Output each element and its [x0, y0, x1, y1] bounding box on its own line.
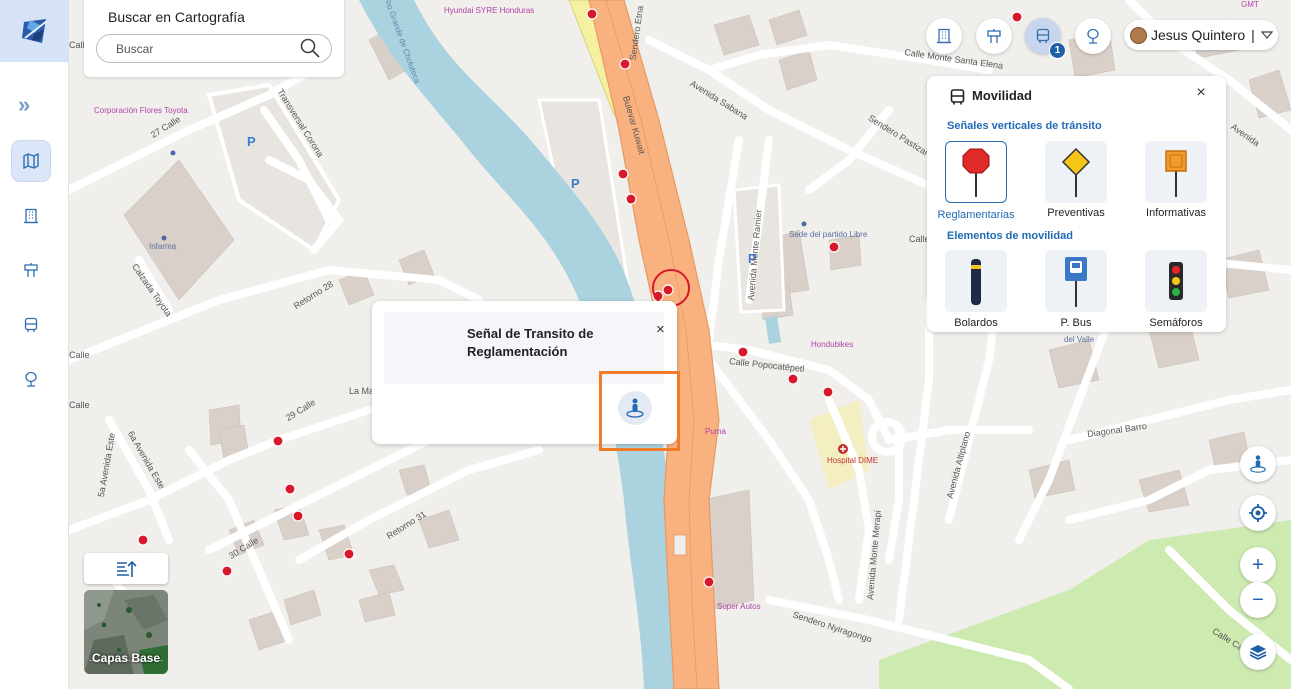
poi-label: Hyundai SYRE Honduras	[444, 6, 535, 15]
poi-label: Corporación Flores Toyota	[94, 106, 188, 115]
signpost-icon	[24, 263, 38, 277]
locate-button[interactable]	[1240, 495, 1276, 531]
search-input[interactable]	[96, 34, 332, 63]
panel-title: Movilidad	[972, 88, 1032, 103]
base-layers-button[interactable]: Capas Base	[84, 590, 168, 674]
tile-informativas[interactable]	[1145, 141, 1207, 203]
tree-icon	[25, 371, 37, 387]
tile-reglamentarias[interactable]	[945, 141, 1007, 203]
green-areas-layer-button[interactable]	[1075, 18, 1111, 54]
tile-bolardos[interactable]	[945, 250, 1007, 312]
close-icon[interactable]: ×	[1193, 84, 1209, 102]
poi-label: Infarma	[149, 242, 177, 251]
popup-title: Señal de Transito de Reglamentación	[467, 326, 594, 359]
poi-label: GMT	[1241, 0, 1259, 9]
pegman-icon	[1250, 455, 1266, 473]
sidebar-item-mobility[interactable]	[12, 305, 50, 345]
bus-icon	[950, 89, 965, 105]
map-icon	[23, 153, 39, 169]
tile-label: P. Bus	[1060, 317, 1092, 329]
poi-label: del Valle	[1064, 335, 1095, 344]
svg-text:P: P	[571, 176, 580, 191]
expand-chevrons-icon[interactable]: »	[18, 92, 30, 118]
tile-parada-bus[interactable]	[1045, 250, 1107, 312]
layers-button[interactable]	[1240, 634, 1276, 670]
park-area	[879, 520, 1291, 689]
bus-icon	[1036, 28, 1050, 43]
bus-stop-icon	[1065, 257, 1087, 307]
user-menu[interactable]: Jesus Quintero |	[1124, 20, 1278, 50]
poi-label: Super Autos	[717, 602, 761, 611]
street-label: La Ma	[349, 386, 375, 396]
sidebar-item-signals[interactable]	[12, 250, 50, 290]
app-logo[interactable]	[0, 0, 69, 62]
zoom-out-button[interactable]: −	[1240, 582, 1276, 618]
tile-semaforos[interactable]	[1145, 250, 1207, 312]
sort-legend-icon	[117, 560, 137, 577]
sidebar: »	[0, 0, 69, 689]
bollard-icon	[971, 259, 981, 305]
tile-preventivas[interactable]	[1045, 141, 1107, 203]
street-label: Calle	[69, 400, 90, 410]
street-label: Calle	[69, 350, 90, 360]
tile-label: Reglamentarias	[937, 209, 1015, 221]
section-title-signals: Señales verticales de tránsito	[947, 120, 1102, 132]
base-layers-label: Capas Base	[91, 651, 161, 665]
highlight-box	[599, 371, 680, 451]
building-icon	[937, 28, 951, 44]
tile-label: Informativas	[1146, 207, 1206, 219]
tile-label: Bolardos	[954, 317, 998, 329]
search-panel: Buscar en Cartografía	[84, 0, 344, 77]
tile-label: Semáforos	[1149, 317, 1203, 329]
sidebar-item-green[interactable]	[12, 359, 50, 399]
traffic-light-icon	[1169, 262, 1183, 300]
section-title-mobility: Elementos de movilidad	[947, 230, 1073, 242]
signpost-icon	[987, 29, 1001, 43]
svg-text:P: P	[247, 134, 256, 149]
zoom-in-button[interactable]: +	[1240, 547, 1276, 583]
building-icon	[24, 208, 38, 224]
user-separator: |	[1251, 27, 1255, 43]
poi-label: Puma	[705, 427, 726, 436]
info-sign-icon	[1165, 150, 1187, 197]
search-title: Buscar en Cartografía	[108, 9, 245, 25]
legend-toggle-button[interactable]	[84, 553, 168, 584]
tile-label: Preventivas	[1047, 207, 1105, 219]
stop-sign-icon	[962, 148, 990, 197]
user-name: Jesus Quintero	[1151, 27, 1246, 43]
layers-icon	[1249, 645, 1267, 660]
close-icon[interactable]: ×	[656, 321, 665, 338]
logo-icon	[21, 19, 48, 43]
mobility-panel: Movilidad × Señales verticales de tránsi…	[927, 76, 1226, 332]
poi-label: Sede del partido Libre	[789, 230, 868, 239]
tree-icon	[1087, 28, 1099, 44]
chevron-down-icon[interactable]	[1260, 30, 1273, 40]
buildings-layer-button[interactable]	[926, 18, 962, 54]
warning-sign-icon	[1061, 147, 1091, 197]
sidebar-item-buildings[interactable]	[12, 196, 50, 236]
poi-label: Hondubikes	[811, 340, 854, 349]
bus-icon	[24, 317, 38, 332]
poi-label: Hospital DIME	[827, 456, 879, 465]
sidebar-item-map[interactable]	[12, 141, 50, 181]
signals-layer-button[interactable]	[976, 18, 1012, 54]
active-count-badge: 1	[1049, 42, 1066, 59]
street-view-control[interactable]	[1240, 446, 1276, 482]
crosshair-icon	[1249, 504, 1267, 522]
avatar	[1130, 26, 1147, 44]
search-icon[interactable]	[299, 37, 321, 59]
